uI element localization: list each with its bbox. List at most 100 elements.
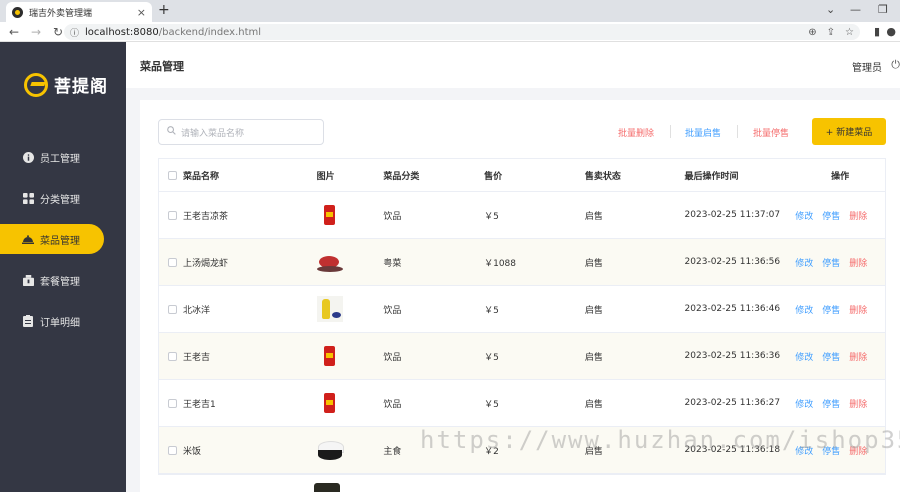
dish-status: 启售: [584, 399, 603, 410]
forward-icon[interactable]: →: [28, 25, 44, 39]
share-icon[interactable]: ⇪: [827, 27, 835, 38]
edit-button[interactable]: 修改: [795, 350, 813, 363]
batch-enable-button[interactable]: 批量启售: [685, 126, 721, 139]
table-row: 北冰洋 饮品 ￥5 启售 2023-02-25 11:36:46 修改 停售 删…: [159, 286, 885, 333]
sidebar-menu: 员工管理 分类管理 菜品管理 套餐管理 订单明细: [0, 142, 126, 347]
row-checkbox[interactable]: [168, 304, 177, 314]
row-checkbox[interactable]: [168, 445, 177, 455]
table-header: 菜品名称 图片 菜品分类 售价 售卖状态 最后操作时间 操作: [159, 159, 885, 192]
url-host: localhost:8080: [85, 26, 159, 38]
dish-name: 北冰洋: [182, 305, 210, 316]
row-checkbox[interactable]: [168, 398, 177, 408]
dish-time: 2023-02-25 11:36:36: [684, 351, 781, 361]
package-icon: [22, 274, 34, 286]
sidebar-item-label: 员工管理: [40, 153, 80, 165]
column-header: 菜品分类: [383, 171, 420, 182]
restore-icon[interactable]: ❐: [878, 3, 888, 16]
dish-name: 王老吉凉茶: [182, 211, 228, 222]
delete-button[interactable]: 删除: [849, 256, 867, 269]
stop-sale-button[interactable]: 停售: [822, 256, 840, 269]
sidebar-item-categories[interactable]: 分类管理: [0, 183, 126, 213]
delete-button[interactable]: 删除: [849, 209, 867, 222]
table-row: 王老吉 饮品 ￥5 启售 2023-02-25 11:36:36 修改 停售 删…: [159, 333, 885, 380]
favicon-icon: [12, 6, 23, 18]
column-header: 图片: [316, 171, 335, 182]
search-icon: [167, 126, 176, 138]
back-icon[interactable]: ←: [6, 25, 22, 39]
row-checkbox[interactable]: [168, 257, 177, 267]
sidebar-item-label: 订单明细: [40, 317, 80, 329]
edit-button[interactable]: 修改: [795, 397, 813, 410]
dish-price: ￥5: [484, 352, 499, 363]
column-header: 售卖状态: [584, 171, 621, 182]
table-row: 上汤焗龙虾 粤菜 ￥1088 启售 2023-02-25 11:36:56 修改…: [159, 239, 885, 286]
dish-image: [317, 437, 344, 463]
dish-time: 2023-02-25 11:36:27: [684, 398, 781, 408]
delete-button[interactable]: 删除: [849, 350, 867, 363]
dish-name: 王老吉: [182, 352, 210, 363]
sidebar-item-dishes[interactable]: 菜品管理: [0, 224, 104, 254]
dish-price: ￥5: [484, 399, 499, 410]
tab-title: 瑞吉外卖管理端: [29, 8, 93, 19]
dish-category: 粤菜: [383, 258, 402, 269]
sidebar-item-label: 菜品管理: [40, 235, 80, 247]
stop-sale-button[interactable]: 停售: [822, 444, 840, 457]
delete-button[interactable]: 删除: [849, 444, 867, 457]
sidebar-toggle-icon[interactable]: ▮: [874, 25, 880, 38]
minimize-icon[interactable]: —: [850, 3, 861, 16]
power-icon[interactable]: ⏻: [891, 58, 900, 72]
delete-button[interactable]: 删除: [849, 303, 867, 316]
dish-price: ￥2: [484, 446, 499, 457]
edit-button[interactable]: 修改: [795, 209, 813, 222]
table-row: 米饭 主食 ￥2 启售 2023-02-25 11:36:18 修改 停售 删除: [159, 427, 885, 474]
chevron-down-icon[interactable]: ⌄: [826, 3, 835, 16]
url-field[interactable]: ⓘ localhost:8080 /backend/index.html ⊕ ⇪…: [64, 24, 860, 40]
dish-time: 2023-02-25 11:37:07: [684, 210, 781, 220]
tab-close-icon[interactable]: ×: [137, 6, 146, 19]
batch-delete-button[interactable]: 批量删除: [618, 126, 654, 139]
user-name[interactable]: 管理员: [852, 59, 882, 74]
stop-sale-button[interactable]: 停售: [822, 209, 840, 222]
dish-category: 饮品: [383, 211, 402, 222]
dish-category: 饮品: [383, 399, 402, 410]
search-input[interactable]: 请输入菜品名称: [158, 119, 324, 145]
stop-sale-button[interactable]: 停售: [822, 350, 840, 363]
new-tab-button[interactable]: +: [158, 2, 170, 18]
dish-name: 王老吉1: [182, 399, 216, 410]
dish-price: ￥5: [484, 305, 499, 316]
sidebar: 菩提阁 员工管理 分类管理 菜品管理 套餐管理 订单明细: [0, 42, 126, 492]
batch-disable-button[interactable]: 批量停售: [753, 126, 789, 139]
grid-icon: [22, 192, 34, 204]
site-info-icon[interactable]: ⓘ: [70, 26, 79, 39]
stop-sale-button[interactable]: 停售: [822, 303, 840, 316]
column-header: 最后操作时间: [684, 171, 739, 182]
sidebar-item-combos[interactable]: 套餐管理: [0, 265, 126, 295]
dish-image: [316, 296, 343, 322]
cloche-icon: [22, 233, 34, 245]
dish-category: 饮品: [383, 352, 402, 363]
profile-icon[interactable]: ●: [886, 25, 896, 38]
row-checkbox[interactable]: [168, 351, 177, 361]
column-header: 操作: [831, 171, 850, 182]
new-dish-button[interactable]: + 新建菜品: [812, 118, 886, 145]
sidebar-item-orders[interactable]: 订单明细: [0, 306, 126, 336]
sidebar-item-employees[interactable]: 员工管理: [0, 142, 126, 172]
edit-button[interactable]: 修改: [795, 303, 813, 316]
stop-sale-button[interactable]: 停售: [822, 397, 840, 410]
page-title: 菜品管理: [140, 60, 184, 73]
delete-button[interactable]: 删除: [849, 397, 867, 410]
select-all-checkbox[interactable]: [168, 170, 177, 180]
edit-button[interactable]: 修改: [795, 256, 813, 269]
dish-status: 启售: [584, 305, 603, 316]
logo: 菩提阁: [24, 72, 108, 97]
column-header: 售价: [484, 171, 503, 182]
bookmark-star-icon[interactable]: ☆: [845, 27, 854, 38]
logo-text: 菩提阁: [54, 77, 108, 97]
dish-status: 启售: [584, 258, 603, 269]
divider: [737, 125, 738, 138]
browser-tab[interactable]: 瑞吉外卖管理端 ×: [6, 2, 152, 22]
edit-button[interactable]: 修改: [795, 444, 813, 457]
dish-image: [317, 390, 343, 416]
row-checkbox[interactable]: [168, 210, 177, 220]
zoom-icon[interactable]: ⊕: [808, 27, 816, 38]
